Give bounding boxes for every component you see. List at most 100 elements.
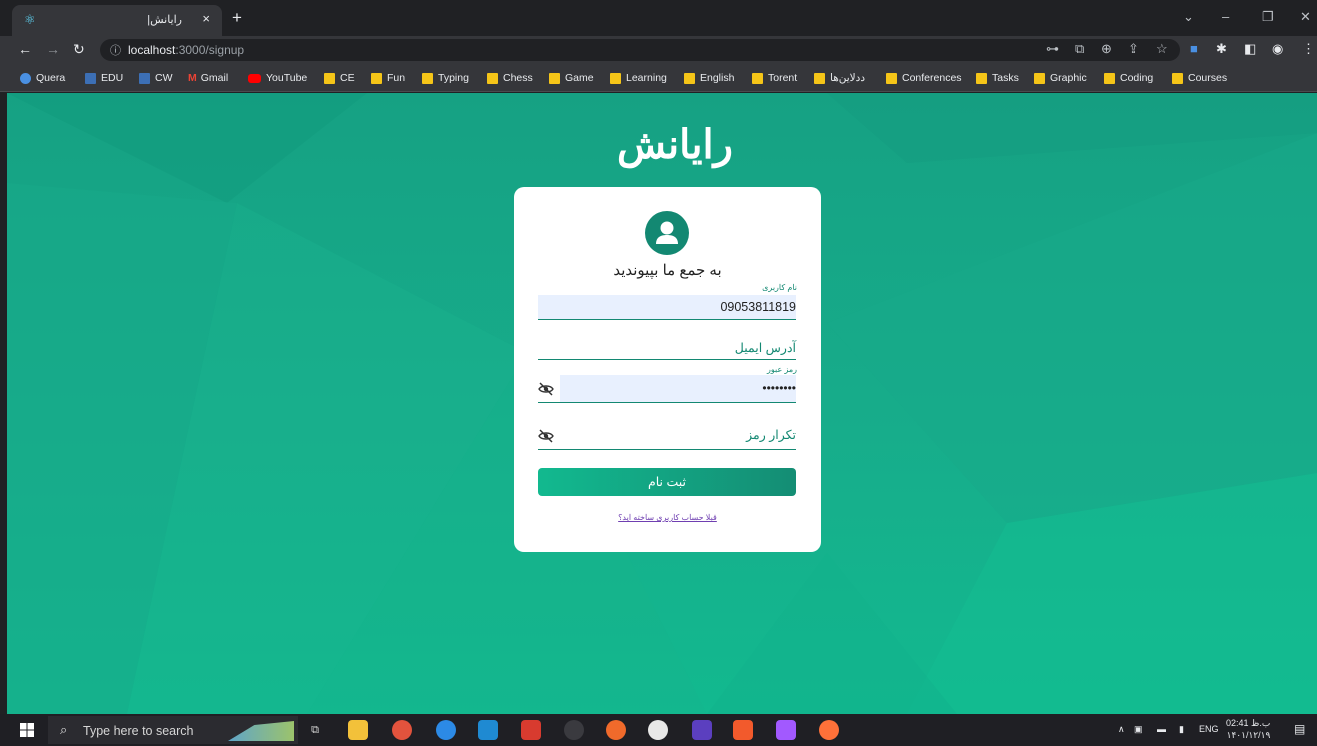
task-view-icon[interactable]: ⧉ — [305, 720, 325, 740]
brave-icon[interactable] — [733, 720, 753, 740]
share-icon[interactable]: ⇪ — [1128, 41, 1139, 57]
vscode-icon[interactable] — [478, 720, 498, 740]
bookmark-folder-tasks[interactable]: Tasks — [976, 71, 1019, 85]
bookmark-folder-ce[interactable]: CE — [324, 71, 355, 85]
folder-icon — [371, 72, 382, 84]
clock-time: 02:41 ب.ظ — [1226, 718, 1271, 728]
bookmark-folder-torent[interactable]: Torent — [752, 71, 797, 85]
bookmark-folder-deadlines[interactable]: ددلاین‌ها — [814, 71, 865, 85]
eye-off-icon[interactable] — [538, 382, 554, 396]
bookmark-folder-conferences[interactable]: Conferences — [886, 71, 962, 85]
profile-avatar-icon[interactable]: ◉ — [1272, 41, 1283, 57]
password-field[interactable]: •••••••• — [538, 375, 796, 403]
battery-icon[interactable]: ▬ — [1157, 724, 1166, 734]
folder-icon — [324, 72, 335, 84]
obs-icon[interactable] — [564, 720, 584, 740]
bookmarks-bar: Quera EDU CW M Gmail YouTube CE Fun Typin… — [0, 64, 1317, 92]
taskbar-search[interactable]: ⌕ Type here to search — [48, 716, 298, 744]
forward-icon[interactable]: → — [46, 41, 60, 57]
browser-tab-bar: ⚛ رایانش| × + ⌄ – ❐ ✕ — [0, 0, 1317, 36]
firefox-icon[interactable] — [819, 720, 839, 740]
password-value: •••••••• — [762, 381, 796, 395]
visual-studio-icon[interactable] — [692, 720, 712, 740]
bookmark-folder-fun[interactable]: Fun — [371, 71, 405, 85]
tab-search-icon[interactable]: ⌄ — [1183, 9, 1194, 25]
bookmark-label: Chess — [503, 72, 533, 84]
bookmark-youtube[interactable]: YouTube — [248, 71, 307, 85]
bookmark-folder-english[interactable]: English — [684, 71, 734, 85]
bookmark-label: Gmail — [200, 72, 229, 84]
browser-tab[interactable]: ⚛ رایانش| × — [12, 5, 222, 36]
bookmark-folder-chess[interactable]: Chess — [487, 71, 533, 85]
app-icon[interactable] — [648, 720, 668, 740]
acrobat-icon[interactable] — [521, 720, 541, 740]
quera-icon — [20, 72, 31, 84]
windows-start-icon[interactable] — [20, 723, 34, 737]
signup-submit-button[interactable]: ثبت نام — [538, 468, 796, 496]
url-text[interactable]: localhost:3000/signup — [128, 43, 244, 57]
show-hidden-icons-icon[interactable]: ∧ — [1118, 724, 1125, 735]
language-indicator[interactable]: ENG — [1199, 724, 1219, 734]
extension-translate-icon[interactable]: ■ — [1190, 41, 1198, 56]
network-icon[interactable]: ▣ — [1134, 724, 1143, 735]
bookmark-folder-game[interactable]: Game — [549, 71, 594, 85]
folder-icon — [422, 72, 433, 84]
address-bar[interactable]: ⓘ localhost:3000/signup — [100, 39, 1180, 61]
bookmark-label: ددلاین‌ها — [830, 72, 865, 84]
bookmark-quera[interactable]: Quera — [20, 71, 65, 85]
username-field[interactable]: 09053811819 — [538, 295, 796, 320]
translate-icon[interactable]: ⧉ — [1075, 41, 1084, 57]
menu-kebab-icon[interactable]: ⋮ — [1302, 41, 1315, 57]
figma-icon[interactable] — [776, 720, 796, 740]
react-icon: ⚛ — [24, 12, 36, 27]
search-icon: ⌕ — [60, 722, 68, 737]
bookmark-edu[interactable]: EDU — [85, 71, 123, 85]
notifications-icon[interactable]: ▤ — [1294, 722, 1305, 736]
reload-icon[interactable]: ↻ — [73, 41, 85, 58]
edu-icon — [85, 72, 96, 84]
folder-icon — [814, 72, 825, 84]
site-info-icon[interactable]: ⓘ — [110, 42, 121, 58]
minimize-icon[interactable]: – — [1222, 9, 1229, 24]
bookmark-gmail[interactable]: M Gmail — [188, 71, 228, 85]
bookmark-label: Graphic — [1050, 72, 1087, 84]
volume-icon[interactable]: ▮ — [1179, 724, 1184, 735]
bookmark-folder-typing[interactable]: Typing — [422, 71, 469, 85]
key-icon[interactable]: ⊶ — [1046, 41, 1059, 57]
screen: ⚛ رایانش| × + ⌄ – ❐ ✕ ← → ↻ ⓘ localhost:… — [0, 0, 1317, 746]
chrome-icon[interactable] — [392, 720, 412, 740]
bookmark-folder-coding[interactable]: Coding — [1104, 71, 1153, 85]
postman-icon[interactable] — [606, 720, 626, 740]
bookmark-label: English — [700, 72, 735, 84]
back-icon[interactable]: ← — [18, 41, 32, 57]
confirm-password-field[interactable]: تکرار رمز — [538, 422, 796, 450]
bookmark-folder-courses[interactable]: Courses — [1172, 71, 1227, 85]
confirm-password-input[interactable]: تکرار رمز — [560, 422, 796, 449]
bookmark-label: Fun — [387, 72, 406, 84]
folder-icon — [487, 72, 498, 84]
close-window-icon[interactable]: ✕ — [1300, 9, 1311, 25]
bookmark-cw[interactable]: CW — [139, 71, 173, 85]
email-field[interactable]: آدرس ایمیل — [538, 335, 796, 360]
restore-icon[interactable]: ❐ — [1262, 9, 1274, 25]
eye-off-icon[interactable] — [538, 429, 554, 443]
url-host: localhost — [128, 43, 176, 57]
bookmark-folder-graphic[interactable]: Graphic — [1034, 71, 1087, 85]
telegram-icon[interactable] — [436, 720, 456, 740]
zoom-icon[interactable]: ⊕ — [1101, 41, 1112, 57]
file-explorer-icon[interactable] — [348, 720, 368, 740]
bookmark-star-icon[interactable]: ☆ — [1156, 41, 1168, 57]
welcome-heading: به جمع ما بپیوندید — [613, 262, 722, 279]
bookmark-label: YouTube — [266, 72, 308, 84]
tab-close-icon[interactable]: × — [202, 11, 210, 26]
bookmark-label: EDU — [101, 72, 124, 84]
new-tab-button[interactable]: + — [232, 9, 242, 26]
folder-icon — [1172, 72, 1183, 84]
side-panel-icon[interactable]: ◧ — [1244, 41, 1256, 57]
password-input[interactable]: •••••••• — [560, 375, 796, 402]
extensions-puzzle-icon[interactable]: ✱ — [1216, 41, 1227, 57]
folder-icon — [684, 72, 695, 84]
login-link[interactable]: قبلا حساب کاربری ساخته اید؟ — [514, 513, 821, 522]
bookmark-folder-learning[interactable]: Learning — [610, 71, 667, 85]
taskbar-clock[interactable]: 02:41 ب.ظ ۱۴۰۱/۱۲/۱۹ — [1226, 717, 1270, 741]
